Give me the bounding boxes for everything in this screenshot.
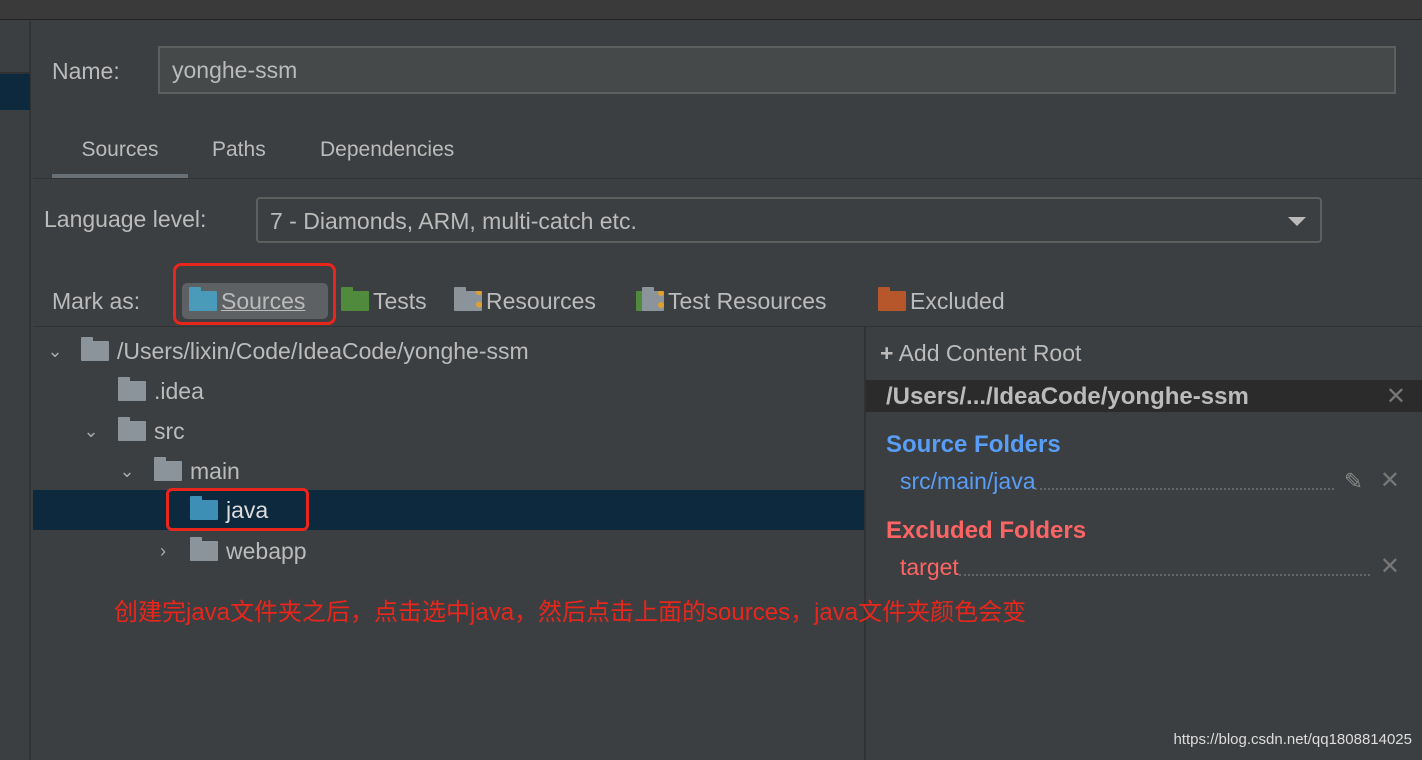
add-content-root-button[interactable]: + Add Content Root bbox=[880, 340, 1081, 367]
watermark: https://blog.csdn.net/qq1808814025 bbox=[1173, 731, 1412, 748]
language-level-label: Language level: bbox=[44, 206, 207, 232]
leader-dots bbox=[958, 574, 1370, 576]
remove-icon[interactable]: ✕ bbox=[1380, 466, 1400, 495]
content-root-path: /Users/.../IdeaCode/yonghe-ssm bbox=[886, 383, 1249, 410]
content-root-header: /Users/.../IdeaCode/yonghe-ssm ✕ bbox=[866, 380, 1422, 412]
mark-excluded-button[interactable]: Excluded bbox=[878, 283, 1005, 319]
source-folder-path: src/main/java bbox=[900, 468, 1036, 494]
tree-row-idea[interactable]: .idea bbox=[33, 371, 864, 411]
tree-row-webapp[interactable]: › webapp bbox=[33, 531, 864, 571]
tests-folder-icon bbox=[341, 287, 369, 311]
test-resources-folder-icon bbox=[636, 287, 664, 311]
tab-dependencies[interactable]: Dependencies bbox=[320, 138, 454, 178]
annotation-highlight-sources bbox=[173, 263, 336, 325]
folder-icon bbox=[118, 377, 146, 401]
mark-resources-button[interactable]: Resources bbox=[454, 283, 596, 319]
mark-test-resources-button[interactable]: Test Resources bbox=[636, 283, 827, 319]
tree-label: src bbox=[154, 417, 185, 444]
tree-label: webapp bbox=[226, 537, 307, 564]
mark-tests-button[interactable]: Tests bbox=[341, 283, 427, 319]
selected-module-item[interactable] bbox=[0, 72, 30, 110]
tree-label: /Users/lixin/Code/IdeaCode/yonghe-ssm bbox=[117, 337, 529, 364]
mark-as-label: Mark as: bbox=[52, 288, 141, 314]
mark-test-resources-label: Test Resources bbox=[668, 287, 827, 314]
folder-icon bbox=[190, 537, 218, 561]
tree-row-main[interactable]: ⌄ main bbox=[33, 451, 864, 491]
chevron-down-icon[interactable]: ⌄ bbox=[117, 461, 137, 482]
source-folders-heading: Source Folders bbox=[886, 431, 1061, 458]
tree-label: main bbox=[190, 457, 240, 484]
add-content-root-label: Add Content Root bbox=[898, 340, 1082, 366]
tree-label: .idea bbox=[154, 377, 204, 404]
excluded-folder-item[interactable]: target ✕ bbox=[900, 552, 1400, 581]
annotation-text: 创建完java文件夹之后，点击选中java，然后点击上面的sources，jav… bbox=[114, 599, 1027, 626]
tree-row-root[interactable]: ⌄ /Users/lixin/Code/IdeaCode/yonghe-ssm bbox=[33, 331, 864, 371]
chevron-down-icon[interactable]: ⌄ bbox=[45, 341, 65, 362]
title-bar bbox=[0, 0, 1422, 20]
leader-dots bbox=[1035, 488, 1334, 490]
plus-icon: + bbox=[880, 340, 894, 366]
mark-tests-label: Tests bbox=[373, 287, 427, 314]
chevron-down-icon[interactable]: ⌄ bbox=[81, 421, 101, 442]
mark-resources-label: Resources bbox=[486, 287, 596, 314]
excluded-folder-path: target bbox=[900, 554, 959, 580]
resources-folder-icon bbox=[454, 287, 482, 311]
remove-icon[interactable]: ✕ bbox=[1380, 552, 1400, 581]
folder-icon bbox=[154, 457, 182, 481]
module-list-panel bbox=[0, 21, 31, 760]
tree-row-src[interactable]: ⌄ src bbox=[33, 411, 864, 451]
edit-pencil-icon[interactable]: ✎ bbox=[1344, 468, 1370, 495]
divider bbox=[33, 326, 1422, 327]
mark-excluded-label: Excluded bbox=[910, 287, 1005, 314]
chevron-right-icon[interactable]: › bbox=[153, 541, 173, 562]
close-icon[interactable]: ✕ bbox=[1386, 382, 1406, 411]
excluded-folders-heading: Excluded Folders bbox=[886, 517, 1087, 544]
language-level-select[interactable]: 7 - Diamonds, ARM, multi-catch etc. bbox=[256, 197, 1322, 243]
tab-sources[interactable]: Sources bbox=[52, 138, 188, 178]
annotation-highlight-java bbox=[166, 488, 309, 531]
name-input[interactable] bbox=[158, 46, 1396, 94]
folder-icon bbox=[118, 417, 146, 441]
dropdown-caret-icon bbox=[1288, 217, 1306, 226]
tree-row-java[interactable]: java bbox=[33, 490, 864, 530]
language-level-value: 7 - Diamonds, ARM, multi-catch etc. bbox=[270, 208, 637, 234]
name-label: Name: bbox=[52, 58, 120, 84]
excluded-folder-icon bbox=[878, 287, 906, 311]
source-folder-item[interactable]: src/main/java ✎ ✕ bbox=[900, 466, 1400, 495]
tab-paths[interactable]: Paths bbox=[212, 138, 266, 178]
tab-divider bbox=[33, 178, 1422, 179]
folder-icon bbox=[81, 337, 109, 361]
